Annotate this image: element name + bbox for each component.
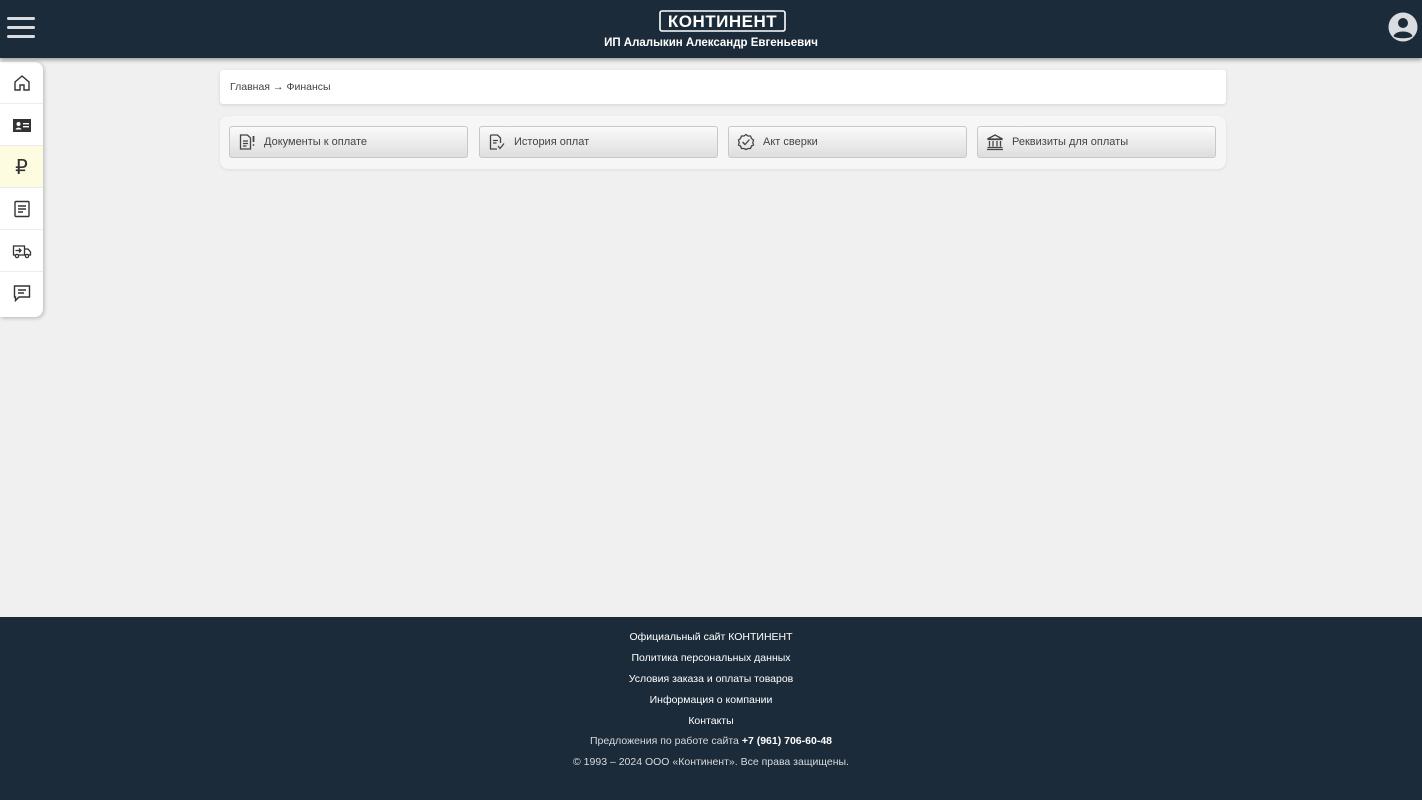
breadcrumb-home-link[interactable]: Главная [230, 81, 270, 93]
nav-home[interactable] [0, 62, 43, 104]
nav-documents[interactable] [0, 188, 43, 230]
bank-icon [987, 134, 1003, 151]
breadcrumb-separator: → [272, 81, 284, 93]
document-alert-icon [239, 134, 255, 150]
breadcrumb-current: Финансы [286, 81, 331, 93]
side-navigation: ₽ [0, 62, 43, 317]
footer-link-official-site[interactable]: Официальный сайт КОНТИНЕНТ [0, 631, 1422, 643]
footer-link-privacy-policy[interactable]: Политика персональных данных [0, 652, 1422, 664]
verified-badge-icon [737, 133, 755, 151]
truck-icon [12, 244, 31, 258]
user-avatar-icon[interactable] [1388, 12, 1418, 42]
company-name: ИП Алалыкин Александр Евгеньевич [604, 37, 818, 49]
top-header: КОНТИНЕНТ ИП Алалыкин Александр Евгеньев… [0, 0, 1422, 58]
document-list-icon [13, 200, 30, 217]
ruble-icon: ₽ [15, 154, 28, 179]
logo[interactable]: КОНТИНЕНТ [659, 10, 786, 32]
button-label: Документы к оплате [264, 136, 368, 148]
home-icon [13, 74, 30, 91]
suggestions-text: Предложения по работе сайта [589, 735, 739, 747]
id-card-icon [12, 118, 31, 132]
nav-delivery[interactable] [0, 230, 43, 272]
payment-history-button[interactable]: История оплат [479, 126, 718, 158]
document-check-icon [489, 134, 505, 150]
copyright: © 1993 – 2024 ООО «Континент». Все права… [573, 756, 849, 768]
payment-details-button[interactable]: Реквизиты для оплаты [977, 126, 1216, 158]
finance-actions-panel: Документы к оплате История оплат Акт све… [220, 116, 1226, 169]
logo-text: КОНТИНЕНТ [668, 12, 777, 31]
button-label: Акт сверки [763, 136, 818, 148]
button-label: История оплат [514, 136, 590, 148]
footer-link-order-terms[interactable]: Условия заказа и оплаты товаров [0, 673, 1422, 685]
footer-link-company-info[interactable]: Информация о компании [0, 694, 1422, 706]
button-label: Реквизиты для оплаты [1012, 136, 1129, 148]
documents-to-pay-button[interactable]: Документы к оплате [229, 126, 468, 158]
footer: Официальный сайт КОНТИНЕНТ Политика перс… [0, 617, 1422, 800]
breadcrumb: Главная → Финансы [220, 70, 1226, 104]
chat-icon [13, 285, 30, 303]
footer-suggestions: Предложения по работе сайта +7 (961) 706… [0, 735, 1422, 747]
reconciliation-act-button[interactable]: Акт сверки [728, 126, 967, 158]
nav-profile[interactable] [0, 104, 43, 146]
footer-link-contacts[interactable]: Контакты [0, 715, 1422, 727]
nav-messages[interactable] [0, 272, 43, 314]
phone-number[interactable]: +7 (961) 706-60-48 [742, 735, 832, 747]
nav-finance[interactable]: ₽ [0, 146, 43, 188]
